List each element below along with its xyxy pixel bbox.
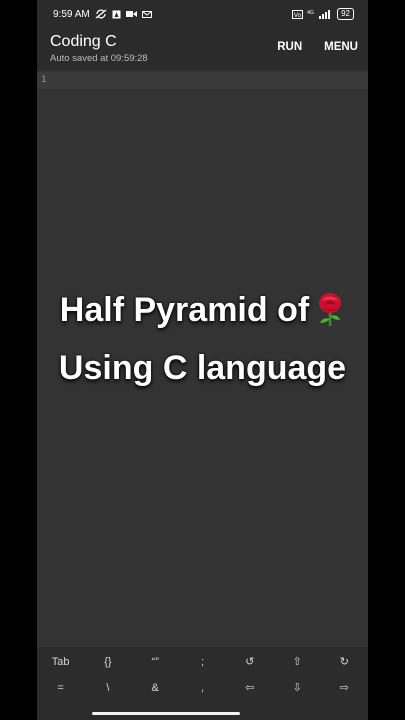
autosave-status: Auto saved at 09:59:28 [50,53,148,64]
key-tab[interactable]: Tab [37,651,84,673]
video-caption-overlay: Half Pyramid of Using C language [37,284,368,394]
status-left: 9:59 AM [53,9,152,20]
arrow-left-icon[interactable]: ⇦ [226,677,273,699]
svg-text:Vo: Vo [294,12,302,19]
run-button[interactable]: RUN [277,41,302,53]
key-row-1: Tab {} “” ; ↺ ⇧ ↻ [37,651,368,673]
key-semicolon[interactable]: ; [179,651,226,673]
video-icon [125,10,137,18]
symbol-keyboard-bar: Tab {} “” ; ↺ ⇧ ↻ = \ & , ⇦ ⇩ ⇨ [37,647,368,720]
status-time: 9:59 AM [53,8,90,20]
redo-icon[interactable]: ↻ [321,651,368,673]
rose-icon [315,290,345,342]
sync-off-icon [95,9,107,19]
battery-icon: 92 [337,8,354,20]
key-row-2: = \ & , ⇦ ⇩ ⇨ [37,677,368,699]
status-bar: 9:59 AM Vo 4G 92 [37,0,368,28]
phone-screen: 9:59 AM Vo 4G 92 Coding C Auto saved at … [37,0,368,720]
status-right: Vo 4G 92 [292,8,354,20]
caption-line-1: Half Pyramid of [37,284,368,342]
line-number: 1 [41,75,47,85]
key-quotes[interactable]: “” [132,651,179,673]
svg-text:4G: 4G [307,10,314,16]
shift-up-icon[interactable]: ⇧ [273,651,320,673]
key-equals[interactable]: = [37,677,84,699]
key-backslash[interactable]: \ [84,677,131,699]
current-line-highlight[interactable]: 1 [37,72,368,89]
app-bar: Coding C Auto saved at 09:59:28 RUN MENU [37,28,368,70]
key-ampersand[interactable]: & [132,677,179,699]
home-indicator[interactable] [91,712,240,715]
app-actions: RUN MENU [277,41,358,53]
key-comma[interactable]: , [179,677,226,699]
gesture-nav-bar[interactable] [0,712,368,715]
signal-icon [319,9,333,19]
arrow-down-icon[interactable]: ⇩ [273,677,320,699]
mail-icon [141,10,152,18]
key-braces[interactable]: {} [84,651,131,673]
alert-icon [112,10,121,19]
caption-line-2: Using C language [58,349,347,387]
undo-icon[interactable]: ↺ [226,651,273,673]
caption-line-1-text: Half Pyramid of [59,291,310,329]
4g-icon: 4G [307,9,315,19]
volte-icon: Vo [292,9,304,19]
arrow-right-icon[interactable]: ⇨ [321,677,368,699]
menu-button[interactable]: MENU [324,41,358,53]
